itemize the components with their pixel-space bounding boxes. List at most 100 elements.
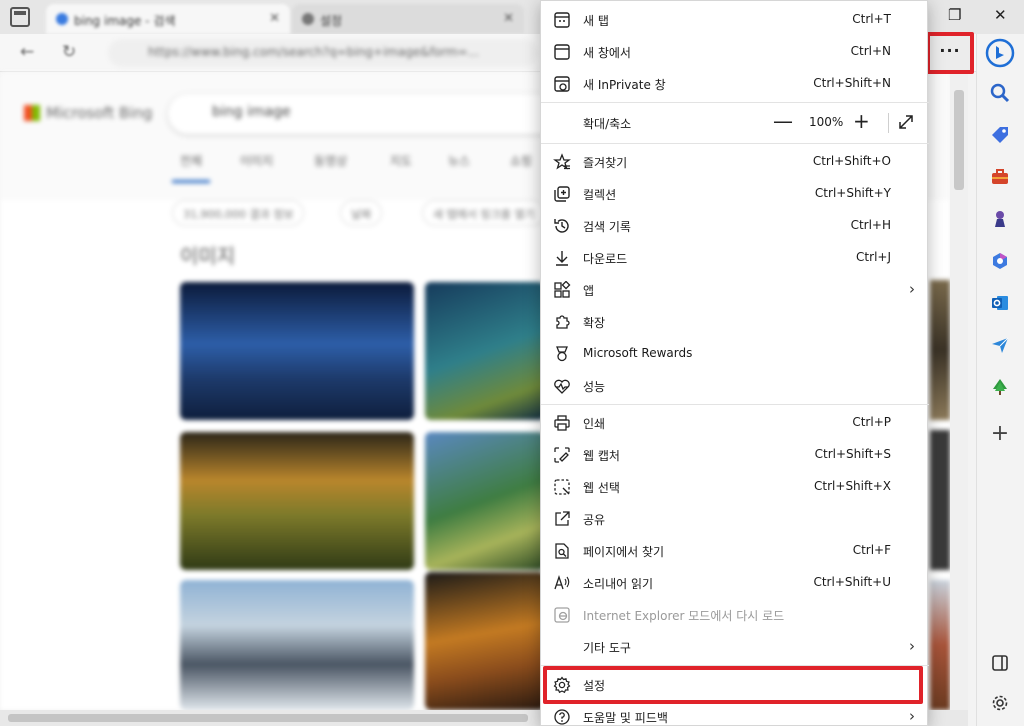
restore-window-icon[interactable]: ❐ xyxy=(948,6,961,24)
menu-item-favorites[interactable]: 즐겨찾기 Ctrl+Shift+O xyxy=(541,147,929,177)
menu-item-label: 공유 xyxy=(583,513,606,527)
zoom-divider xyxy=(888,113,889,133)
menu-item-collections[interactable]: 컬렉션 Ctrl+Shift+Y xyxy=(541,179,929,209)
extensions-icon xyxy=(556,315,570,329)
menu-item-new-tab[interactable]: 새 탭 Ctrl+T xyxy=(541,5,929,35)
menu-item-shortcut: Ctrl+Shift+S xyxy=(814,447,891,461)
close-tab-icon[interactable]: ✕ xyxy=(269,11,280,26)
back-icon[interactable]: ← xyxy=(20,42,34,62)
outlook-icon[interactable] xyxy=(987,290,1013,316)
games-chess-icon[interactable] xyxy=(987,206,1013,232)
tools-briefcase-icon[interactable] xyxy=(987,164,1013,190)
search-favicon xyxy=(56,13,68,25)
menu-item-apps[interactable]: 앱 › xyxy=(541,275,929,305)
tab-settings[interactable]: 설정 ✕ xyxy=(292,4,524,34)
zoom-in-button[interactable]: + xyxy=(853,111,870,131)
menu-item-find[interactable]: 페이지에서 찾기 Ctrl+F xyxy=(541,536,929,566)
shopping-tag-icon[interactable] xyxy=(987,122,1013,148)
tab-actions-icon[interactable] xyxy=(10,7,30,27)
bing-chat-icon[interactable] xyxy=(985,38,1015,68)
send-drop-icon[interactable] xyxy=(987,332,1013,358)
menu-divider xyxy=(541,102,929,103)
image-result-edge[interactable] xyxy=(930,280,950,420)
sidebar-settings-icon[interactable] xyxy=(987,690,1013,716)
image-result-bing[interactable] xyxy=(180,282,414,420)
chevron-right-icon: › xyxy=(909,637,915,655)
menu-item-label: 즐겨찾기 xyxy=(583,156,628,170)
image-result-mountain[interactable] xyxy=(180,580,414,710)
page-tab[interactable]: 쇼핑 xyxy=(510,152,532,169)
tab-bing-search[interactable]: bing image - 검색 ✕ xyxy=(46,4,290,34)
chevron-right-icon: › xyxy=(909,280,915,298)
ie-mode-icon xyxy=(554,607,570,623)
menu-item-label: 소리내어 읽기 xyxy=(583,577,654,591)
close-window-icon[interactable]: ✕ xyxy=(994,6,1007,24)
image-result-edge[interactable] xyxy=(930,580,950,710)
menu-item-history[interactable]: 검색 기록 Ctrl+H xyxy=(541,211,929,241)
refresh-icon[interactable]: ↻ xyxy=(62,42,76,62)
menu-item-label: 페이지에서 찾기 xyxy=(583,545,665,559)
tree-icon[interactable] xyxy=(987,374,1013,400)
menu-item-label: Internet Explorer 모드에서 다시 로드 xyxy=(583,609,785,623)
results-count: 31,900,000 결과 정보 xyxy=(172,200,305,226)
menu-item-extensions[interactable]: 확장 xyxy=(541,307,929,337)
menu-item-label: 다운로드 xyxy=(583,252,628,266)
settings-highlight-box xyxy=(543,666,923,704)
date-filter[interactable]: 날짜 xyxy=(340,200,383,226)
bing-logo[interactable]: Microsoft Bing xyxy=(24,104,153,122)
menu-item-label: 도움말 및 피드백 xyxy=(583,711,668,725)
search-icon[interactable] xyxy=(987,80,1013,106)
menu-item-label: 기타 도구 xyxy=(583,641,631,655)
performance-icon xyxy=(554,379,570,394)
page-tab[interactable]: 이미지 xyxy=(240,152,273,169)
settings-and-more-button[interactable]: ··· xyxy=(926,32,974,74)
download-icon xyxy=(556,251,568,266)
open-in-new-tab-toggle[interactable]: 새 탭에서 링크를 열기 xyxy=(422,200,546,226)
add-icon[interactable]: + xyxy=(987,420,1013,446)
fullscreen-icon[interactable] xyxy=(897,113,915,131)
menu-item-downloads[interactable]: 다운로드 Ctrl+J xyxy=(541,243,929,273)
close-tab-icon[interactable]: ✕ xyxy=(503,11,514,26)
image-result-coast[interactable] xyxy=(425,282,545,420)
history-icon xyxy=(554,219,569,233)
menu-item-shortcut: Ctrl+Shift+N xyxy=(813,76,891,90)
scroll-thumb[interactable] xyxy=(8,714,528,722)
page-tab[interactable]: 전체 xyxy=(180,152,202,169)
menu-item-new-window[interactable]: 새 창에서 Ctrl+N xyxy=(541,37,929,67)
menu-item-web-select[interactable]: 웹 선택 Ctrl+Shift+X xyxy=(541,472,929,502)
image-result-valley[interactable] xyxy=(425,432,545,570)
new-tab-icon xyxy=(554,12,570,28)
menu-item-share[interactable]: 공유 xyxy=(541,504,929,534)
menu-item-label: 컬렉션 xyxy=(583,188,617,202)
menu-divider xyxy=(541,404,929,405)
logo-text: Microsoft Bing xyxy=(46,104,153,122)
sidebar-toggle-icon[interactable] xyxy=(987,650,1013,676)
menu-item-read-aloud[interactable]: 소리내어 읽기 Ctrl+Shift+U xyxy=(541,568,929,598)
page-tab[interactable]: 동영상 xyxy=(314,152,347,169)
address-bar[interactable]: https://www.bing.com/search?q=bing+image… xyxy=(108,39,538,67)
page-tab[interactable]: 뉴스 xyxy=(448,152,470,169)
menu-item-more-tools[interactable]: 기타 도구 › xyxy=(541,632,929,662)
menu-item-shortcut: Ctrl+J xyxy=(856,250,891,264)
share-icon xyxy=(555,511,570,526)
menu-item-print[interactable]: 인쇄 Ctrl+P xyxy=(541,408,929,438)
scroll-thumb[interactable] xyxy=(954,90,964,190)
vertical-scrollbar[interactable] xyxy=(950,72,968,710)
menu-item-shortcut: Ctrl+T xyxy=(852,12,891,26)
read-aloud-icon xyxy=(554,574,570,590)
zoom-out-button[interactable]: — xyxy=(773,111,793,131)
menu-item-help[interactable]: 도움말 및 피드백 › xyxy=(541,702,929,726)
settings-menu: 새 탭 Ctrl+T 새 창에서 Ctrl+N 새 InPrivate 창 Ct… xyxy=(540,0,929,726)
menu-item-performance[interactable]: 성능 xyxy=(541,371,929,401)
page-tab[interactable]: 지도 xyxy=(390,152,412,169)
menu-item-shortcut: Ctrl+Shift+X xyxy=(814,479,891,493)
microsoft-365-icon[interactable] xyxy=(987,248,1013,274)
active-tab-indicator xyxy=(172,180,210,183)
menu-item-rewards[interactable]: Microsoft Rewards xyxy=(541,339,929,369)
image-result-arch[interactable] xyxy=(425,572,545,710)
image-result-edge[interactable] xyxy=(930,430,950,570)
menu-item-ie-mode: Internet Explorer 모드에서 다시 로드 xyxy=(541,600,929,630)
image-result-sunset-field[interactable] xyxy=(180,432,414,570)
menu-item-new-inprivate[interactable]: 새 InPrivate 창 Ctrl+Shift+N xyxy=(541,69,929,99)
menu-item-web-capture[interactable]: 웹 캡처 Ctrl+Shift+S xyxy=(541,440,929,470)
